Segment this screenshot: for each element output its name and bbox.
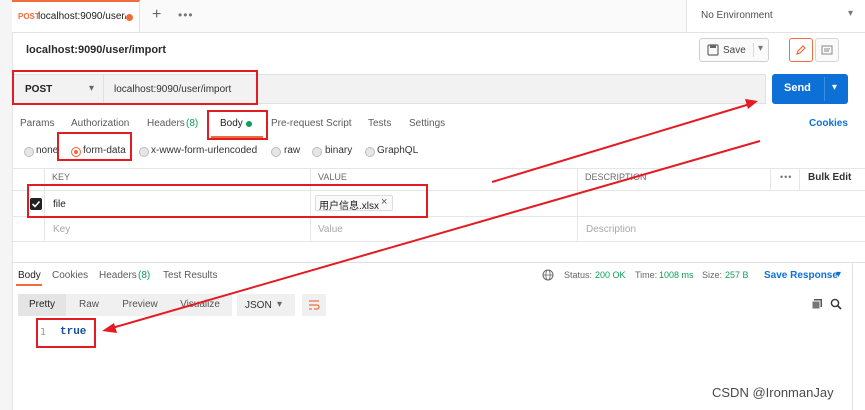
annotation-arrows (102, 99, 761, 333)
annotation-arrow-to-response (111, 140, 761, 329)
arrowhead-send-icon (745, 99, 758, 109)
arrowhead-response-icon (102, 323, 117, 333)
annotation-arrow-to-send (491, 103, 751, 183)
